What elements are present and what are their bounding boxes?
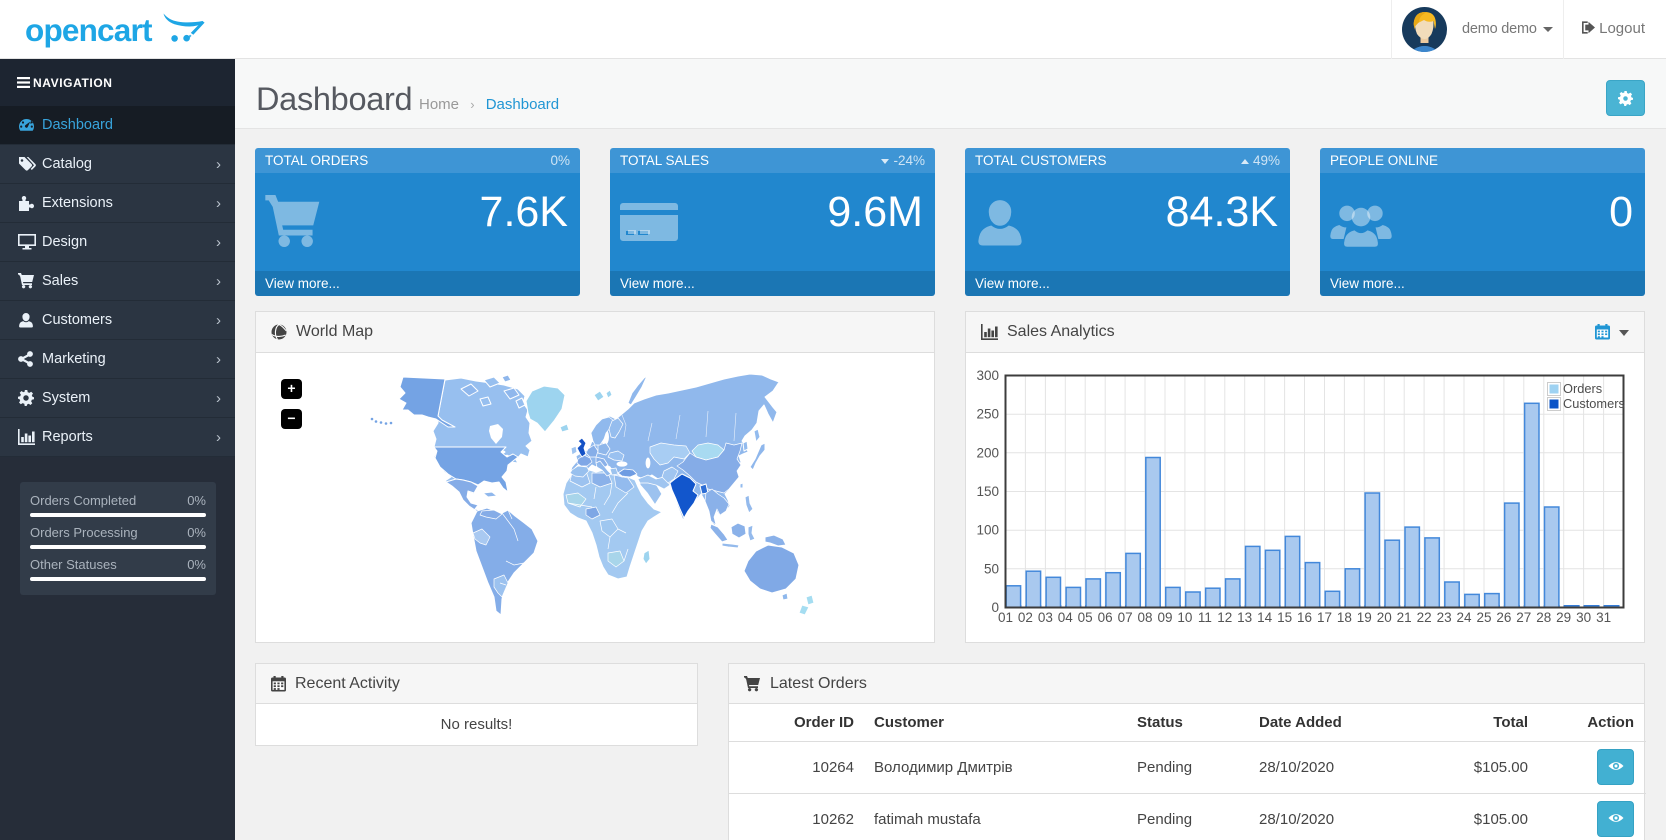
svg-text:300: 300: [976, 368, 999, 383]
svg-text:03: 03: [1038, 610, 1053, 625]
svg-text:09: 09: [1157, 610, 1172, 625]
svg-text:05: 05: [1078, 610, 1093, 625]
svg-text:12: 12: [1217, 610, 1232, 625]
svg-text:11: 11: [1198, 610, 1212, 625]
svg-text:02: 02: [1018, 610, 1033, 625]
svg-text:04: 04: [1058, 610, 1074, 625]
svg-text:200: 200: [976, 445, 999, 460]
svg-text:07: 07: [1118, 610, 1133, 625]
svg-text:opencart: opencart: [25, 12, 153, 48]
svg-text:21: 21: [1397, 610, 1412, 625]
svg-text:13: 13: [1237, 610, 1252, 625]
svg-text:15: 15: [1277, 610, 1292, 625]
svg-text:29: 29: [1556, 610, 1571, 625]
svg-text:16: 16: [1297, 610, 1312, 625]
svg-text:26: 26: [1496, 610, 1511, 625]
svg-text:50: 50: [984, 561, 999, 576]
svg-text:10: 10: [1177, 610, 1192, 625]
svg-text:31: 31: [1596, 610, 1611, 625]
svg-text:250: 250: [976, 407, 999, 422]
svg-text:20: 20: [1377, 610, 1392, 625]
svg-text:06: 06: [1098, 610, 1113, 625]
svg-text:150: 150: [976, 484, 999, 499]
svg-text:100: 100: [976, 523, 999, 538]
svg-text:19: 19: [1357, 610, 1372, 625]
svg-text:22: 22: [1417, 610, 1432, 625]
svg-text:17: 17: [1317, 610, 1332, 625]
svg-text:28: 28: [1536, 610, 1551, 625]
svg-text:08: 08: [1137, 610, 1152, 625]
svg-text:18: 18: [1337, 610, 1352, 625]
svg-text:24: 24: [1456, 610, 1472, 625]
svg-text:14: 14: [1257, 610, 1273, 625]
svg-text:Orders: Orders: [1563, 381, 1602, 396]
svg-text:23: 23: [1437, 610, 1452, 625]
svg-text:25: 25: [1476, 610, 1491, 625]
svg-text:30: 30: [1576, 610, 1591, 625]
svg-text:27: 27: [1516, 610, 1531, 625]
svg-text:01: 01: [998, 610, 1013, 625]
svg-text:Customers: Customers: [1563, 396, 1625, 411]
